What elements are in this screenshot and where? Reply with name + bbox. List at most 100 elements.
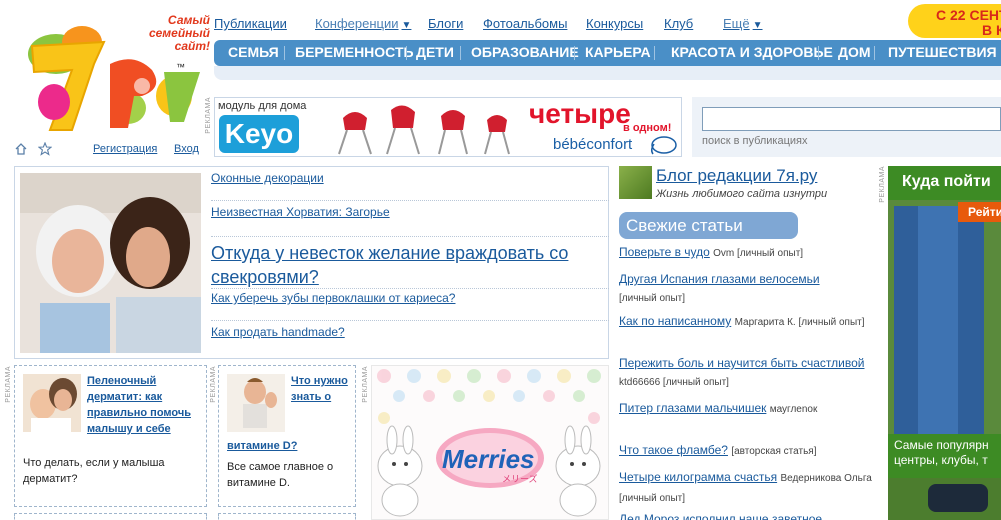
keyo-banner-ad[interactable]: модуль для дома Keyo четыре в одном! béb… — [214, 97, 682, 157]
banner-chetyre-text: четыре — [529, 98, 631, 129]
card-title-link[interactable]: Пеленочный дерматит: как правильно помоч… — [87, 373, 199, 437]
elephant-icon — [650, 136, 677, 155]
ad-label: РЕКЛАМА — [5, 366, 12, 403]
toplink-photoalbums[interactable]: Фотоальбомы — [483, 16, 567, 31]
login-link[interactable]: Вход — [174, 143, 199, 155]
site-logo[interactable]: Самый семейный сайт! ™ — [24, 12, 210, 137]
article-meta: Маргарита К. [личный опыт] — [734, 317, 865, 328]
card-next-edge — [218, 513, 356, 520]
register-link[interactable]: Регистрация — [93, 143, 157, 155]
feature-link[interactable]: Как уберечь зубы первоклашки от кариеса? — [211, 291, 455, 305]
highchair-image — [338, 105, 510, 155]
ad-card: Пеленочный дерматит: как правильно помоч… — [14, 365, 207, 507]
feature-item: Неизвестная Хорватия: Загорье — [211, 205, 609, 237]
nav-item-pregnancy[interactable]: БЕРЕМЕННОСТЬ — [295, 44, 414, 60]
right-ad-tab[interactable]: Рейти — [958, 202, 1001, 222]
card-title-link[interactable]: Что нужно знать о — [291, 373, 349, 405]
logo-slogan: Самый семейный сайт! — [112, 14, 210, 53]
toplink-publications[interactable]: Публикации — [214, 16, 287, 31]
article-meta: [авторская статья] — [731, 446, 817, 457]
toplink-more[interactable]: Ещё ▼ — [723, 16, 763, 31]
article-link[interactable]: Питер глазами мальчишек — [619, 401, 766, 415]
card-title-link-rest[interactable]: витамине D? — [227, 438, 351, 454]
nav-separator — [818, 46, 819, 60]
nav-separator — [284, 46, 285, 60]
card-thumb[interactable] — [23, 374, 81, 432]
right-ad[interactable]: Куда пойти Рейти Самые популярн центры, … — [888, 166, 1001, 520]
feature-link[interactable]: Оконные декорации — [211, 171, 324, 185]
toplink-label: Блоги — [428, 16, 464, 31]
nav-separator — [874, 46, 875, 60]
article-link[interactable]: Пережить боль и научится быть счастливой — [619, 356, 864, 370]
banner-keyo-logo: Keyo — [219, 115, 299, 153]
article-link[interactable]: Дед Мороз исполнил наше заветное — [619, 512, 822, 520]
article-meta: мауглеnок — [769, 404, 818, 415]
banner-brand-text: bébéconfort — [553, 136, 633, 153]
blog-title-link[interactable]: Блог редакции 7я.ру — [656, 166, 817, 186]
right-ad-foot-line2: центры, клубы, т — [894, 453, 988, 467]
article-item: Четыре килограмма счастья Ведерникова Ол… — [619, 468, 879, 508]
card-thumb[interactable] — [227, 374, 285, 432]
article-item: Дед Мороз исполнил наше заветное — [619, 510, 879, 520]
feature-item: Как продать handmade? — [211, 325, 609, 355]
card-description: Что делать, если у малыша дерматит? — [23, 457, 165, 485]
nav-separator — [574, 46, 575, 60]
nav-item-travel[interactable]: ПУТЕШЕСТВИЯ — [888, 44, 997, 60]
article-meta: Ovm [личный опыт] — [713, 248, 804, 259]
feature-link[interactable]: Как продать handmade? — [211, 325, 345, 339]
blog-subtitle: Жизнь любимого сайта изнутри — [656, 188, 828, 200]
chevron-down-icon: ▼ — [752, 20, 763, 31]
banner-modul-text: модуль для дома — [218, 100, 307, 112]
feature-link-main[interactable]: Откуда у невесток желание враждовать со … — [211, 243, 568, 287]
nav-item-family[interactable]: СЕМЬЯ — [228, 44, 279, 60]
main-nav: СЕМЬЯ БЕРЕМЕННОСТЬ ДЕТИ ОБРАЗОВАНИЕ КАРЬ… — [214, 40, 1001, 66]
feature-item-main: Откуда у невесток желание враждовать со … — [211, 241, 609, 289]
article-link[interactable]: Четыре килограмма счастья — [619, 470, 777, 484]
chevron-down-icon: ▼ — [401, 20, 412, 31]
card-description: Все самое главное о витамине D. — [227, 461, 334, 489]
promo-badge[interactable]: С 22 СЕНТЯ В КИ — [908, 4, 1001, 38]
article-link[interactable]: Другая Испания глазами велосемьи — [619, 272, 820, 286]
right-ad-footer: Самые популярн центры, клубы, т — [888, 434, 1001, 478]
star-add-icon[interactable] — [38, 142, 52, 156]
merries-banner-graphic — [372, 366, 608, 519]
merries-sub-text: メリーズ — [502, 474, 538, 484]
slogan-line2: семейный сайт! — [148, 26, 210, 53]
nav-item-education[interactable]: ОБРАЗОВАНИЕ — [471, 44, 579, 60]
featured-photo[interactable] — [20, 173, 201, 353]
article-link[interactable]: Как по написанному — [619, 314, 731, 328]
nav-separator — [654, 46, 655, 60]
article-link[interactable]: Что такое фламбе? — [619, 443, 728, 457]
article-item: Поверьте в чудо Ovm [личный опыт] — [619, 243, 879, 263]
toplink-club[interactable]: Клуб — [664, 16, 693, 31]
fresh-articles-header: Свежие статьи — [619, 212, 798, 239]
women-photo — [20, 173, 201, 353]
toplink-contests[interactable]: Конкурсы — [586, 16, 643, 31]
article-meta: [личный опыт] — [619, 293, 686, 304]
banner-vodnom-text: в одном! — [623, 122, 672, 134]
nav-underbar — [214, 66, 1001, 80]
toplink-conferences[interactable]: Конференции ▼ — [315, 16, 411, 31]
toplink-label: Клуб — [664, 16, 694, 31]
nav-item-kids[interactable]: ДЕТИ — [416, 44, 454, 60]
trademark: ™ — [176, 62, 185, 72]
toplink-label: Ещё — [723, 16, 750, 31]
boy-photo — [227, 374, 285, 432]
nav-item-beauty[interactable]: КРАСОТА И ЗДОРОВЬЕ — [671, 44, 833, 60]
home-icon[interactable] — [14, 142, 28, 156]
featured-articles: Оконные декорации Неизвестная Хорватия: … — [14, 166, 609, 359]
article-link[interactable]: Поверьте в чудо — [619, 245, 710, 259]
promo-line2: В КИ — [982, 22, 1001, 38]
merries-ad[interactable]: Merries メリーズ — [371, 365, 609, 520]
nav-item-home[interactable]: ДОМ — [838, 44, 871, 60]
toplink-label: Публикации — [214, 16, 287, 31]
article-item: Как по написанному Маргарита К. [личный … — [619, 312, 879, 332]
slogan-line1: Самый — [167, 13, 210, 27]
search-input[interactable] — [702, 107, 1001, 131]
blog-thumb[interactable] — [619, 166, 652, 199]
feature-link[interactable]: Неизвестная Хорватия: Загорье — [211, 205, 390, 219]
ad-label: РЕКЛАМА — [210, 366, 217, 403]
toplink-blogs[interactable]: Блоги — [428, 16, 463, 31]
article-item: Питер глазами мальчишек мауглеnок — [619, 399, 879, 419]
nav-item-career[interactable]: КАРЬЕРА — [585, 44, 651, 60]
